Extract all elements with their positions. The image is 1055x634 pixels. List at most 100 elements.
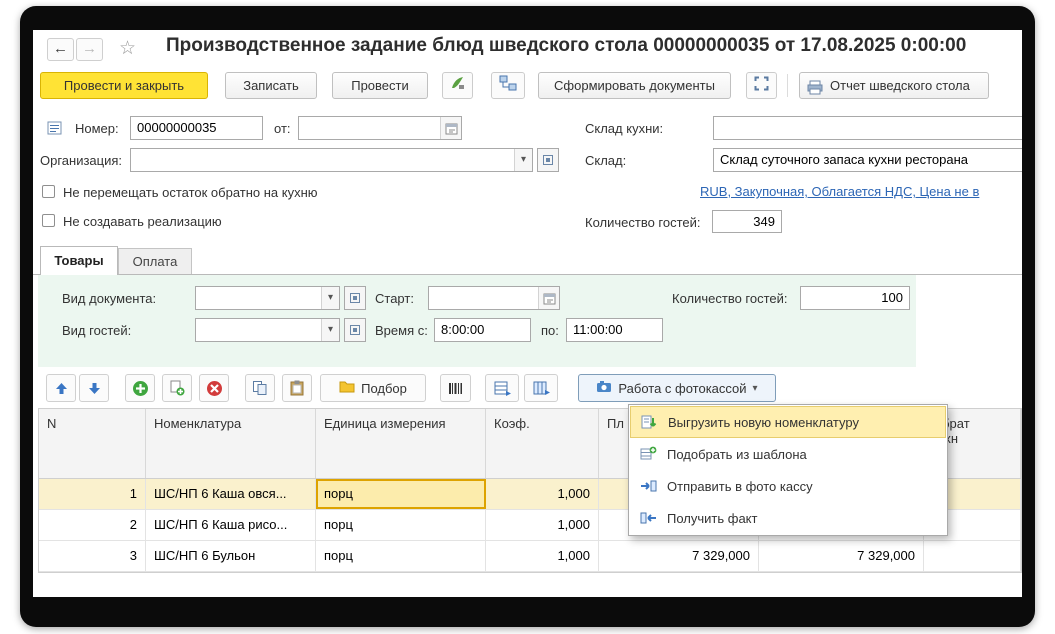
tab-goods[interactable]: Товары (40, 246, 118, 275)
start-calendar-button[interactable] (538, 287, 559, 309)
load-table-button[interactable] (524, 374, 558, 402)
organization-open-button[interactable] (537, 148, 559, 172)
guests-plan-field[interactable]: 100 (800, 286, 910, 310)
move-down-button[interactable] (79, 374, 109, 402)
doc-kind-open-button[interactable] (344, 286, 366, 310)
column-header-coef[interactable]: Коэф. (486, 409, 599, 478)
copy-button[interactable] (245, 374, 275, 402)
kitchen-warehouse-field[interactable] (713, 116, 1022, 140)
cell-n[interactable]: 1 (39, 479, 146, 509)
cell-n[interactable]: 2 (39, 510, 146, 540)
create-documents-button[interactable]: Сформировать документы (538, 72, 731, 99)
photo-cash-menu-button[interactable]: Работа с фотокассой ▾ (578, 374, 776, 402)
window-frame: ← → ☆ Производственное задание блюд швед… (20, 6, 1035, 627)
time-from-field[interactable]: 8:00:00 (434, 318, 531, 342)
arrow-up-icon (55, 382, 67, 394)
column-header-nomenclature[interactable]: Номенклатура (146, 409, 316, 478)
guest-kind-field[interactable]: Взрослый ▾ (195, 318, 340, 342)
post-button[interactable]: Провести (332, 72, 428, 99)
favorite-star-icon[interactable]: ☆ (119, 37, 136, 60)
document-structure-button[interactable] (491, 72, 525, 99)
favorite-glyph: ☆ (119, 38, 137, 59)
show-postings-icon (449, 75, 466, 96)
cell-nomenclature[interactable]: ШС/НП 6 Каша овся... (146, 479, 316, 509)
warehouse-field[interactable]: Склад суточного запаса кухни ресторана (713, 148, 1022, 172)
fill-table-button[interactable] (485, 374, 519, 402)
photo-cash-label: Работа с фотокассой (618, 380, 747, 396)
no-return-checkbox[interactable] (42, 185, 55, 198)
fullscreen-button[interactable] (746, 72, 777, 99)
no-sale-checkbox[interactable] (42, 214, 55, 227)
calendar-button[interactable] (440, 117, 461, 139)
start-label: Старт: (375, 291, 414, 306)
chevron-down-icon: ▾ (752, 382, 758, 394)
forward-icon: → (82, 40, 97, 57)
date-field[interactable]: 17.08.2025 0:00:00 (298, 116, 462, 140)
cell-col6[interactable]: 7 329,000 (759, 541, 924, 571)
barcode-button[interactable] (440, 374, 471, 402)
document-structure-icon (499, 75, 517, 96)
column-header-n[interactable]: N (39, 409, 146, 478)
write-button[interactable]: Записать (225, 72, 317, 99)
forward-button[interactable]: → (76, 38, 103, 61)
get-fact-icon (640, 510, 657, 527)
guests-total-field[interactable]: 349 (712, 210, 782, 233)
guest-kind-dropdown-button[interactable]: ▾ (321, 319, 339, 341)
doc-kind-dropdown-button[interactable]: ▾ (321, 287, 339, 309)
template-pick-icon (640, 446, 657, 463)
toolbar-divider (787, 74, 788, 97)
doc-kind-field[interactable]: Завтрак ▾ (195, 286, 340, 310)
tab-payment[interactable]: Оплата (118, 248, 192, 275)
post-and-close-button[interactable]: Провести и закрыть (40, 72, 208, 99)
cell-back[interactable] (924, 541, 1021, 571)
buffet-report-label: Отчет шведского стола (830, 78, 970, 93)
menu-item-get-fact[interactable]: Получить факт (630, 502, 946, 534)
cell-nomenclature[interactable]: ШС/НП 6 Каша рисо... (146, 510, 316, 540)
add-row-button[interactable] (125, 374, 155, 402)
cell-plan[interactable]: 7 329,000 (599, 541, 759, 571)
back-icon: ← (53, 40, 68, 57)
buffet-report-button[interactable]: Отчет шведского стола (799, 72, 989, 99)
paste-button[interactable] (282, 374, 312, 402)
photo-cash-menu: Выгрузить новую номенклатуру Подобрать и… (628, 404, 948, 536)
menu-item-pick-from-template[interactable]: Подобрать из шаблона (630, 438, 946, 470)
guest-kind-label: Вид гостей: (62, 323, 132, 338)
menu-item-label: Подобрать из шаблона (667, 446, 807, 462)
pick-button[interactable]: Подбор (320, 374, 426, 402)
send-to-photo-cash-icon (640, 478, 657, 495)
number-field[interactable]: 00000000035 (130, 116, 263, 140)
organization-label: Организация: (40, 153, 123, 168)
cell-coef[interactable]: 1,000 (486, 541, 599, 571)
cell-nomenclature[interactable]: ШС/НП 6 Бульон (146, 541, 316, 571)
price-terms-link[interactable]: RUB, Закупочная, Облагается НДС, Цена не… (700, 184, 1022, 199)
delete-row-button[interactable] (199, 374, 229, 402)
open-icon (350, 293, 360, 303)
menu-item-label: Получить факт (667, 510, 758, 526)
cell-n[interactable]: 3 (39, 541, 146, 571)
organization-field[interactable]: Отель ▾ (130, 148, 533, 172)
show-postings-button[interactable] (442, 72, 473, 99)
column-header-unit[interactable]: Единица измерения (316, 409, 486, 478)
menu-item-export-nomenclature[interactable]: Выгрузить новую номенклатуру (630, 406, 946, 438)
time-to-field[interactable]: 11:00:00 (566, 318, 663, 342)
date-label: от: (274, 121, 291, 136)
cell-unit[interactable]: порц (316, 510, 486, 540)
cell-unit[interactable]: порц (316, 541, 486, 571)
cell-coef[interactable]: 1,000 (486, 510, 599, 540)
number-label: Номер: (75, 121, 119, 136)
menu-item-send-to-photo-cash[interactable]: Отправить в фото кассу (630, 470, 946, 502)
start-date-field[interactable]: 17.09.2025 (428, 286, 560, 310)
move-up-button[interactable] (46, 374, 76, 402)
time-from-label: Время с: (375, 323, 428, 338)
copy-row-button[interactable] (162, 374, 192, 402)
doc-kind-label: Вид документа: (62, 291, 157, 306)
chevron-down-icon: ▾ (327, 292, 334, 303)
back-button[interactable]: ← (47, 38, 74, 61)
cell-unit-selected[interactable]: порц (316, 479, 486, 509)
guests-plan-label: Количество гостей: (672, 291, 788, 306)
warehouse-label: Склад: (585, 153, 627, 168)
guest-kind-open-button[interactable] (344, 318, 366, 342)
organization-dropdown-button[interactable]: ▾ (514, 149, 532, 171)
cell-coef[interactable]: 1,000 (486, 479, 599, 509)
table-row[interactable]: 3 ШС/НП 6 Бульон порц 1,000 7 329,000 7 … (39, 541, 1021, 572)
